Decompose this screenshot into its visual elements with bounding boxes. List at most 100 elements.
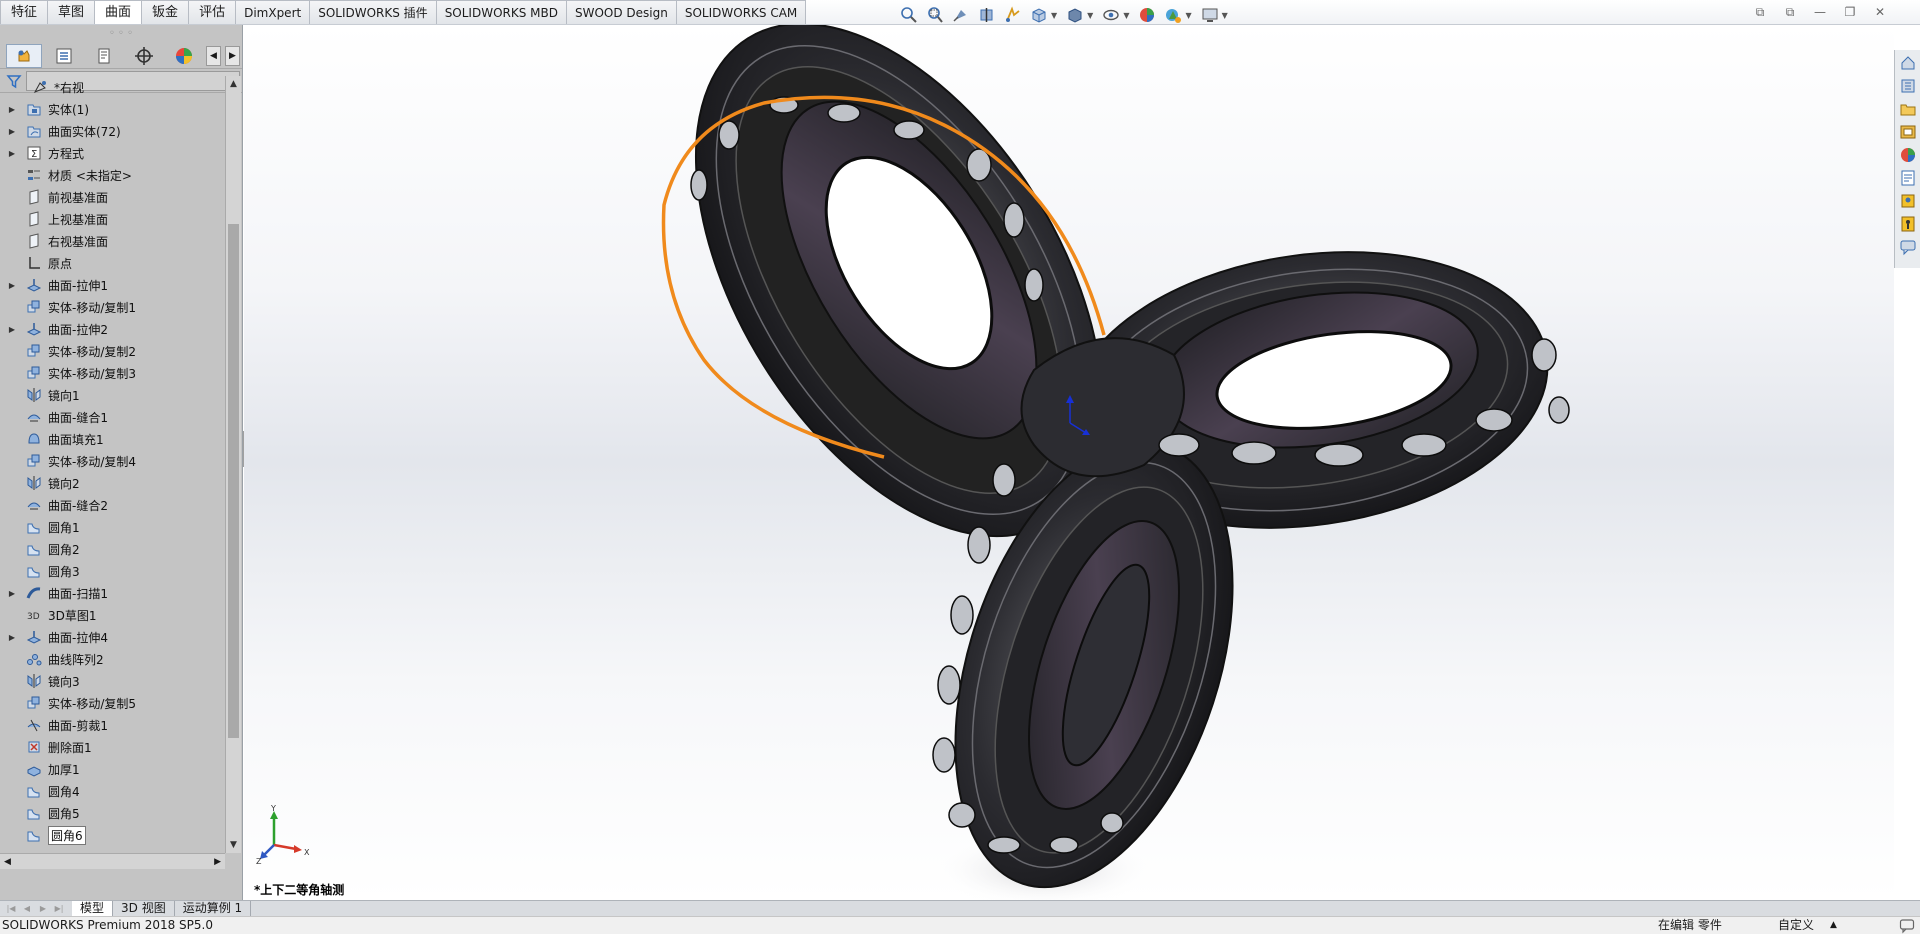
tree-item[interactable]: 镜向1 <box>0 384 225 406</box>
scroll-up-icon[interactable]: ▲ <box>226 76 241 92</box>
maximize-icon[interactable]: ❐ <box>1840 2 1860 22</box>
expand-arrow-icon[interactable]: ▶ <box>7 281 17 290</box>
tab-solidworks-mbd[interactable]: SOLIDWORKS MBD <box>436 0 567 24</box>
zoom-to-fit-icon[interactable] <box>898 5 920 25</box>
learning-icon[interactable] <box>1899 215 1917 233</box>
tree-item[interactable]: 曲面填充1 <box>0 428 225 450</box>
previous-view-icon[interactable] <box>950 5 972 25</box>
tree-item[interactable]: 圆角4 <box>0 780 225 802</box>
tabs-scroll-left-icon[interactable]: ◀ <box>206 45 221 66</box>
tree-item[interactable]: 实体-移动/复制1 <box>0 296 225 318</box>
zoom-to-area-icon[interactable] <box>924 5 946 25</box>
expand-arrow-icon[interactable]: ▶ <box>7 105 17 114</box>
solidworks-forum-icon[interactable] <box>1899 192 1917 210</box>
tree-item[interactable]: ▶ Σ 方程式 <box>0 142 225 164</box>
restore-left-icon[interactable]: ⧉ <box>1750 2 1770 22</box>
tab-3d-views[interactable]: 3D 视图 <box>113 900 175 917</box>
tree-item[interactable]: 前视基准面 <box>0 186 225 208</box>
appearances-icon[interactable] <box>1899 146 1917 164</box>
apply-scene-icon[interactable] <box>1162 5 1184 25</box>
tree-item[interactable]: 圆角1 <box>0 516 225 538</box>
scroll-left-icon[interactable]: ◀ <box>4 854 11 869</box>
tree-item[interactable]: 实体-移动/复制4 <box>0 450 225 472</box>
tree-item[interactable]: 圆角6 <box>0 824 225 846</box>
tab-solidworks-cam[interactable]: SOLIDWORKS CAM <box>676 0 807 24</box>
close-icon[interactable]: ✕ <box>1870 2 1890 22</box>
status-unit-system[interactable]: 自定义 <box>1778 917 1814 934</box>
tab-sheet-metal[interactable]: 钣金 <box>142 0 190 24</box>
tree-item[interactable]: 上视基准面 <box>0 208 225 230</box>
tree-item[interactable]: 曲面-缝合1 <box>0 406 225 428</box>
tree-item[interactable]: 实体-移动/复制5 <box>0 692 225 714</box>
tabs-scroll-right-icon[interactable]: ▶ <box>225 45 240 66</box>
design-library-icon[interactable] <box>1899 77 1917 95</box>
section-view-icon[interactable] <box>976 5 998 25</box>
dimxpert-manager-tab-icon[interactable] <box>126 44 162 68</box>
tree-item[interactable]: 镜向2 <box>0 472 225 494</box>
tree-item[interactable]: 实体-移动/复制3 <box>0 362 225 384</box>
dynamic-annotation-icon[interactable] <box>1002 5 1024 25</box>
tab-dimxpert[interactable]: DimXpert <box>236 0 311 24</box>
tab-model[interactable]: 模型 <box>72 900 114 917</box>
tree-header-item[interactable]: *右视 <box>0 76 225 98</box>
chevron-down-icon[interactable]: ▼ <box>1087 11 1093 20</box>
tree-item[interactable]: 材质 <未指定> <box>0 164 225 186</box>
tab-surfaces[interactable]: 曲面 <box>95 0 143 24</box>
tab-motion-study[interactable]: 运动算例 1 <box>175 900 252 917</box>
tree-item[interactable]: 删除面1 <box>0 736 225 758</box>
tree-item[interactable]: 3D 3D草图1 <box>0 604 225 626</box>
first-tab-icon[interactable]: |◀ <box>4 904 18 913</box>
chat-help-icon[interactable] <box>1899 918 1915 934</box>
configuration-manager-tab-icon[interactable] <box>86 44 122 68</box>
tree-item[interactable]: 圆角3 <box>0 560 225 582</box>
minimize-icon[interactable]: — <box>1810 2 1830 22</box>
tab-solidworks-addins[interactable]: SOLIDWORKS 插件 <box>310 0 437 24</box>
scroll-right-icon[interactable]: ▶ <box>214 854 221 869</box>
property-manager-tab-icon[interactable] <box>46 44 82 68</box>
tab-features[interactable]: 特征 <box>0 0 49 24</box>
restore-right-icon[interactable]: ⧉ <box>1780 2 1800 22</box>
tree-item[interactable]: 原点 <box>0 252 225 274</box>
display-style-icon[interactable] <box>1064 5 1086 25</box>
tree-item[interactable]: 曲线阵列2 <box>0 648 225 670</box>
tree-item[interactable]: 实体-移动/复制2 <box>0 340 225 362</box>
tree-item[interactable]: ▶ 曲面-拉伸1 <box>0 274 225 296</box>
next-tab-icon[interactable]: ▶ <box>36 904 50 913</box>
chevron-down-icon[interactable]: ▼ <box>1185 11 1191 20</box>
tree-item[interactable]: 曲面-剪裁1 <box>0 714 225 736</box>
feature-manager-tab-icon[interactable] <box>6 43 42 68</box>
tree-item[interactable]: 圆角2 <box>0 538 225 560</box>
tab-sketch[interactable]: 草图 <box>48 0 96 24</box>
view-palette-icon[interactable] <box>1899 123 1917 141</box>
expand-arrow-icon[interactable]: ▶ <box>7 149 17 158</box>
expand-arrow-icon[interactable]: ▶ <box>7 325 17 334</box>
comments-icon[interactable] <box>1899 238 1917 256</box>
solidworks-resources-icon[interactable] <box>1899 54 1917 72</box>
expand-arrow-icon[interactable]: ▶ <box>7 127 17 136</box>
custom-properties-icon[interactable] <box>1899 169 1917 187</box>
units-chevron-up-icon[interactable]: ▲ <box>1830 917 1837 934</box>
tree-item[interactable]: 右视基准面 <box>0 230 225 252</box>
view-orientation-icon[interactable] <box>1028 5 1050 25</box>
expand-arrow-icon[interactable]: ▶ <box>7 633 17 642</box>
file-explorer-icon[interactable] <box>1899 100 1917 118</box>
scroll-thumb[interactable] <box>228 224 239 738</box>
tree-item[interactable]: 加厚1 <box>0 758 225 780</box>
panel-grip[interactable]: ◦ ◦ ◦ <box>0 25 242 43</box>
chevron-down-icon[interactable]: ▼ <box>1222 11 1228 20</box>
tab-evaluate[interactable]: 评估 <box>189 0 237 24</box>
model-trefoil-ring[interactable] <box>244 25 1894 900</box>
tree-vertical-scrollbar[interactable]: ▲ ▼ <box>225 76 241 853</box>
expand-arrow-icon[interactable]: ▶ <box>7 589 17 598</box>
tree-item[interactable]: ▶ 曲面-扫描1 <box>0 582 225 604</box>
tree-item[interactable]: 曲面-缝合2 <box>0 494 225 516</box>
hide-show-items-icon[interactable] <box>1100 5 1122 25</box>
tree-item[interactable]: 镜向3 <box>0 670 225 692</box>
graphics-area[interactable]: Y X Z *上下二等角轴测 <box>244 25 1894 900</box>
tree-item[interactable]: ▶ 曲面实体(72) <box>0 120 225 142</box>
prev-tab-icon[interactable]: ◀ <box>20 904 34 913</box>
tab-swood-design[interactable]: SWOOD Design <box>567 0 677 24</box>
last-tab-icon[interactable]: ▶| <box>52 904 66 913</box>
edit-appearance-icon[interactable] <box>1136 5 1158 25</box>
chevron-down-icon[interactable]: ▼ <box>1051 11 1057 20</box>
